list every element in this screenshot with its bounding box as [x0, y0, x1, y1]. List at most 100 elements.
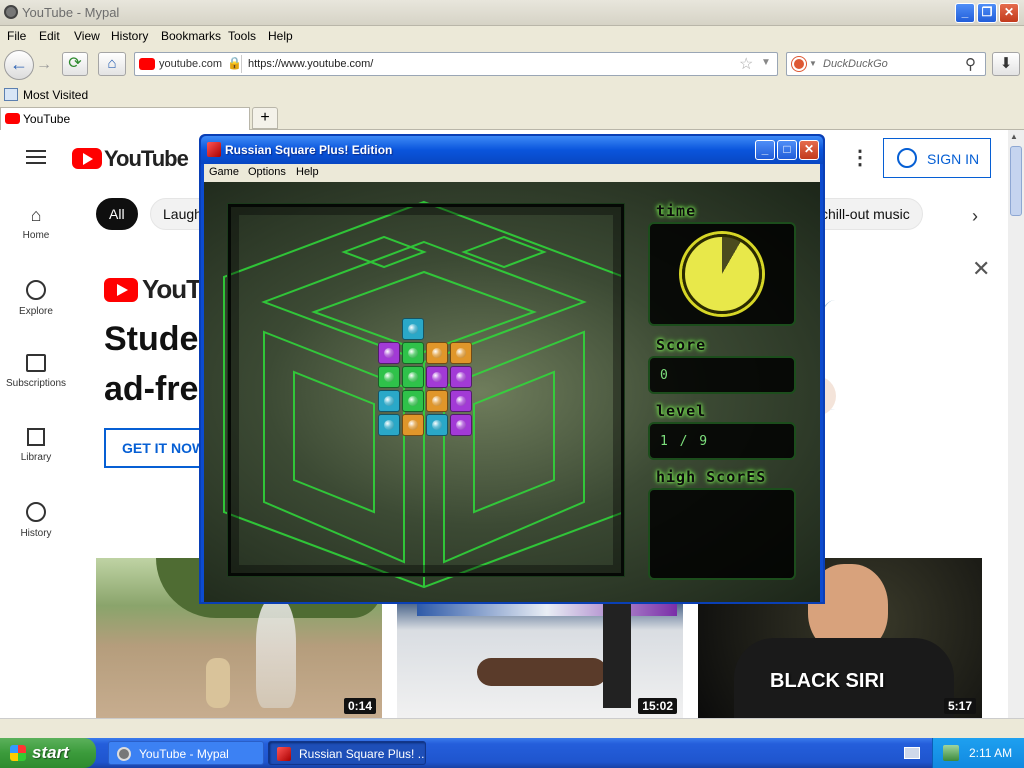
- time-label: time: [656, 202, 697, 220]
- sidebar-label: Home: [22, 230, 50, 241]
- keyboard-layout-icon[interactable]: [904, 747, 920, 759]
- youtube-tab-icon: [5, 113, 20, 124]
- scrollbar-thumb[interactable]: [1010, 146, 1022, 216]
- level-value: 1 / 9: [660, 434, 710, 449]
- game-maximize-button[interactable]: □: [777, 140, 797, 160]
- sidebar-label: Library: [20, 452, 52, 463]
- bookmark-most-visited[interactable]: Most Visited: [23, 88, 88, 102]
- address-bar[interactable]: youtube.com 🔒 https://www.youtube.com/ ☆…: [134, 52, 778, 76]
- hamburger-menu-icon[interactable]: [26, 150, 46, 164]
- url-dropdown-icon[interactable]: ▼: [761, 57, 771, 68]
- search-engine-dropdown-icon[interactable]: ▼: [809, 59, 817, 68]
- video-duration: 15:02: [638, 698, 677, 714]
- block-orange: [426, 390, 448, 412]
- search-box[interactable]: ▼ DuckDuckGo ⚲: [786, 52, 986, 76]
- mypal-app-icon: [4, 5, 18, 19]
- new-tab-button[interactable]: +: [252, 107, 278, 129]
- tab-youtube[interactable]: YouTube: [0, 107, 250, 130]
- taskbar-item-browser[interactable]: YouTube - Mypal: [108, 741, 264, 765]
- sidebar-item-history[interactable]: History: [0, 502, 72, 539]
- block-green: [378, 366, 400, 388]
- block-purple: [426, 366, 448, 388]
- block-teal: [426, 414, 448, 436]
- game-close-button[interactable]: ✕: [799, 140, 819, 160]
- game-menu-bar: Game Options Help: [204, 164, 820, 182]
- game-menu-options[interactable]: Options: [248, 166, 286, 178]
- back-button[interactable]: ←: [4, 50, 34, 80]
- sidebar-label: History: [20, 528, 52, 539]
- system-tray: 2:11 AM: [932, 738, 1024, 768]
- menu-view[interactable]: View: [74, 29, 100, 43]
- time-panel: [648, 222, 796, 326]
- block-orange: [450, 342, 472, 364]
- menu-edit[interactable]: Edit: [39, 29, 60, 43]
- game-menu-help[interactable]: Help: [296, 166, 319, 178]
- minimize-button[interactable]: _: [955, 3, 975, 23]
- youtube-favicon: [139, 58, 155, 70]
- game-menu-game[interactable]: Game: [209, 166, 239, 178]
- home-button[interactable]: ⌂: [98, 52, 126, 76]
- promo-headline-line2: ad-fre: [104, 370, 199, 408]
- reload-button[interactable]: ⟳: [62, 52, 88, 76]
- close-button[interactable]: ✕: [999, 3, 1019, 23]
- youtube-logo-icon[interactable]: [72, 148, 102, 169]
- bookmark-star-icon[interactable]: ☆: [739, 54, 753, 74]
- promo-headline-line1: Studer: [104, 320, 212, 358]
- game-window-title: Russian Square Plus! Edition: [225, 143, 393, 157]
- chip-all[interactable]: All: [96, 198, 138, 230]
- forward-button[interactable]: →: [36, 56, 56, 76]
- sign-in-button[interactable]: SIGN IN: [883, 138, 991, 178]
- clock: 2:11 AM: [969, 746, 1013, 760]
- youtube-logo-text[interactable]: YouTube: [104, 146, 189, 172]
- library-icon: [27, 428, 45, 446]
- video-overlay-text: BLACK SIRI: [770, 670, 885, 692]
- downloads-button[interactable]: ⬇: [992, 52, 1020, 76]
- level-label: level: [656, 402, 707, 420]
- tab-label: YouTube: [23, 112, 71, 126]
- game-task-icon: [277, 747, 291, 761]
- scroll-up-arrow-icon[interactable]: ▲: [1010, 132, 1018, 141]
- browser-title-bar: YouTube - Mypal _ ❐ ✕: [0, 0, 1024, 26]
- sidebar-item-explore[interactable]: Explore: [0, 280, 72, 317]
- game-title-bar: Russian Square Plus! Edition _ □ ✕: [201, 136, 823, 164]
- block-purple: [450, 414, 472, 436]
- maximize-button[interactable]: ❐: [977, 3, 997, 23]
- game-minimize-button[interactable]: _: [755, 140, 775, 160]
- menu-file[interactable]: File: [7, 29, 26, 43]
- game-canvas[interactable]: time Score 0 level 1 / 9 high ScorES: [204, 182, 820, 602]
- chip-chill-out-music[interactable]: chill-out music: [808, 198, 923, 230]
- sidebar-item-library[interactable]: Library: [0, 428, 72, 463]
- sidebar-item-home[interactable]: ⌂ Home: [0, 206, 72, 241]
- dust-devil: [256, 598, 296, 708]
- windows-logo-icon: [10, 745, 26, 761]
- vertical-scrollbar[interactable]: ▲: [1008, 130, 1024, 718]
- menu-tools[interactable]: Tools: [228, 29, 256, 43]
- more-options-icon[interactable]: ⋮: [850, 148, 870, 168]
- bookmarks-toolbar: Most Visited: [0, 84, 1024, 106]
- compass-icon: [26, 280, 46, 300]
- video-duration: 5:17: [943, 698, 976, 714]
- search-icon[interactable]: ⚲: [965, 55, 976, 73]
- menu-bookmarks[interactable]: Bookmarks: [161, 29, 221, 43]
- site-identity[interactable]: youtube.com: [159, 58, 222, 70]
- history-icon: [26, 502, 46, 522]
- window-title: YouTube - Mypal: [22, 5, 120, 20]
- taskbar-item-game[interactable]: Russian Square Plus! ...: [268, 741, 426, 765]
- high-scores-panel: [648, 488, 796, 580]
- url-text[interactable]: https://www.youtube.com/: [248, 58, 373, 70]
- block-green: [402, 342, 424, 364]
- video-duration: 0:14: [343, 698, 376, 714]
- promo-close-icon[interactable]: ✕: [972, 256, 990, 282]
- sidebar-label: Subscriptions: [5, 378, 67, 389]
- dog-figure: [206, 658, 230, 708]
- horizontal-scrollbar[interactable]: [0, 718, 1024, 738]
- sidebar-item-subscriptions[interactable]: Subscriptions: [0, 354, 72, 389]
- block-purple: [450, 366, 472, 388]
- search-input[interactable]: DuckDuckGo: [823, 58, 888, 70]
- chevron-right-icon[interactable]: ›: [972, 206, 978, 227]
- account-icon: [897, 148, 917, 168]
- menu-help[interactable]: Help: [268, 29, 293, 43]
- menu-history[interactable]: History: [111, 29, 148, 43]
- network-tray-icon[interactable]: [943, 745, 959, 761]
- start-button[interactable]: start: [0, 738, 96, 768]
